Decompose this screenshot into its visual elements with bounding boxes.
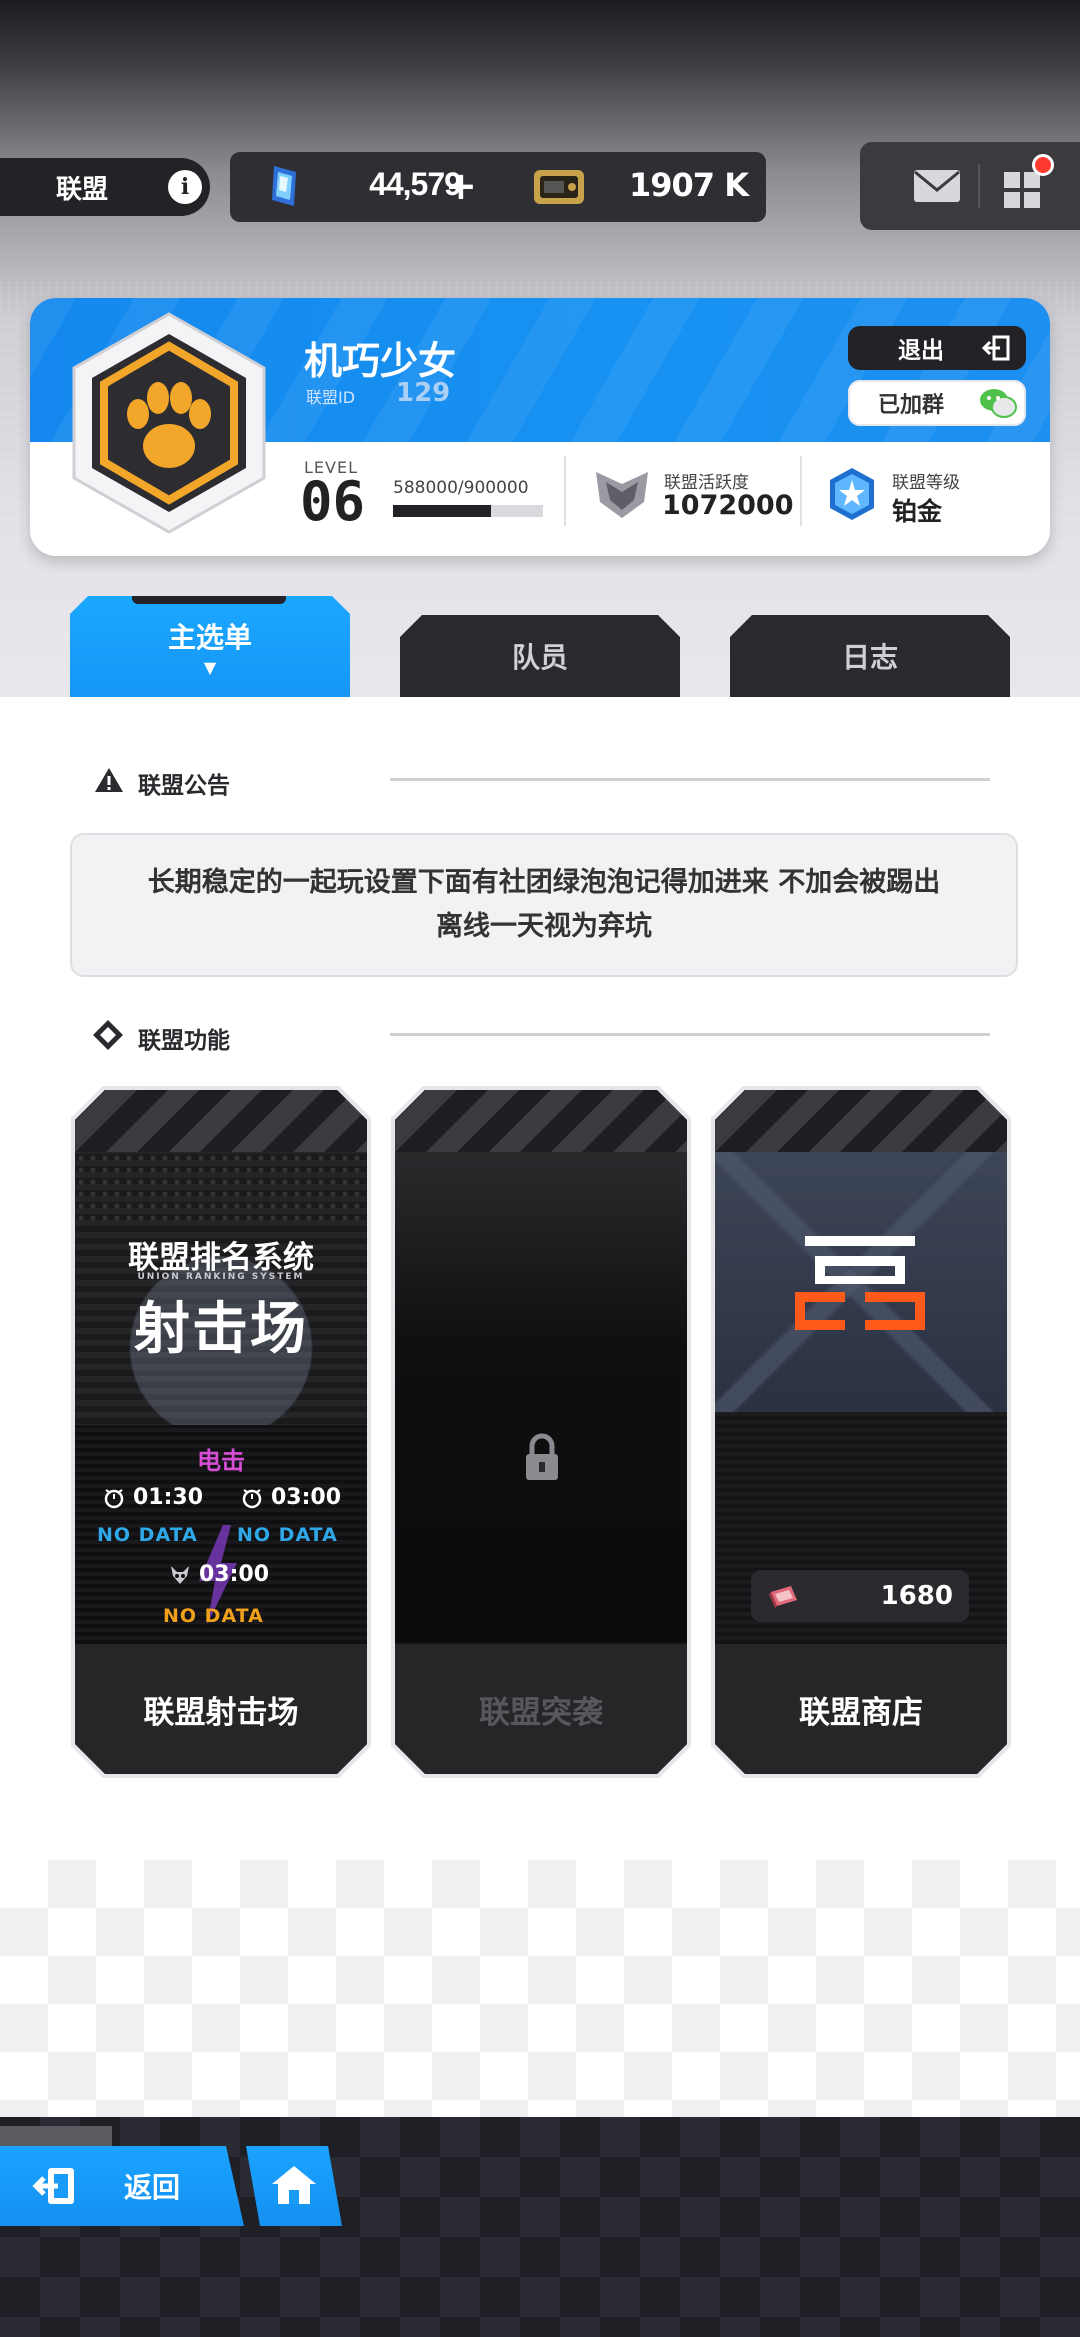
exp-progress-bar: [393, 505, 543, 517]
timer-2: 03:00: [241, 1485, 341, 1510]
joined-group-label: 已加群: [878, 393, 945, 418]
section-divider: [390, 778, 990, 781]
checker-background: [0, 1860, 1080, 2120]
card-stripes: [75, 1090, 367, 1152]
back-door-icon: [32, 2164, 78, 2208]
alarm-clock-icon: [241, 1487, 263, 1509]
shop-price-pill: 1680: [751, 1570, 969, 1622]
activity-value: 1072000: [662, 490, 794, 521]
back-button-label: 返回: [124, 2171, 181, 2204]
card-stripes: [395, 1090, 687, 1152]
home-button[interactable]: [246, 2146, 342, 2226]
shop-logo-icon: [795, 1232, 925, 1332]
shop-art: [715, 1152, 1007, 1412]
art-grille: [75, 1152, 367, 1222]
card-divider: [800, 456, 802, 526]
shooting-info-panel: 电击 01:30 03:00 NO DATA NO DATA 03:00 NO …: [75, 1425, 367, 1644]
section-divider: [390, 1033, 990, 1036]
notification-dot: [1032, 154, 1054, 176]
mail-icon[interactable]: [912, 166, 962, 206]
exit-icon: [982, 335, 1010, 361]
announcement-title: 联盟公告: [138, 773, 230, 799]
tab-members[interactable]: 队员: [400, 615, 680, 697]
shooting-art-title-main: 射击场: [134, 1297, 308, 1362]
announcement-box: 长期稳定的一起玩设置下面有社团绿泡泡记得加进来 不加会被踢出 离线一天视为弃坑: [70, 833, 1018, 977]
crystal-icon: [272, 166, 296, 206]
warning-icon: [95, 768, 123, 792]
timer-3-value: 03:00: [199, 1562, 270, 1587]
ticket-icon: [534, 170, 584, 204]
shooting-range-card[interactable]: 联盟排名系统 UNION RANKING SYSTEM 射击场 电击 01:30…: [75, 1090, 367, 1774]
rank-value: 铂金: [892, 497, 943, 526]
diamond-icon: [93, 1020, 123, 1050]
lock-icon: [522, 1432, 562, 1482]
currency-bar: 44,579 + 1907 K: [230, 152, 766, 222]
exp-progress-fill: [393, 505, 491, 517]
card-divider: [564, 456, 566, 526]
nodata-1: NO DATA: [97, 1524, 198, 1546]
nodata-3: NO DATA: [163, 1605, 264, 1627]
tab-active-arrow-icon: ▼: [203, 658, 217, 677]
back-button[interactable]: 返回: [0, 2146, 244, 2226]
screen-label: 联盟: [56, 174, 109, 205]
raid-card[interactable]: 联盟突袭: [395, 1090, 687, 1774]
exit-button-label: 退出: [898, 338, 944, 364]
announcement-line-1: 长期稳定的一起玩设置下面有社团绿泡泡记得加进来 不加会被踢出: [147, 867, 941, 898]
functions-title: 联盟功能: [138, 1028, 230, 1054]
timer-1-value: 01:30: [133, 1485, 204, 1510]
top-right-panel: [860, 142, 1080, 230]
timer-1: 01:30: [103, 1485, 203, 1510]
level-value: 06: [300, 470, 366, 533]
card-stripes: [715, 1090, 1007, 1152]
activity-shield-icon: [596, 472, 648, 518]
plus-icon[interactable]: +: [445, 166, 477, 206]
home-icon: [270, 2162, 318, 2208]
rank-label: 联盟等级: [892, 473, 960, 493]
tab-members-label: 队员: [511, 641, 568, 674]
tab-log-label: 日志: [841, 641, 898, 674]
announcement-line-2: 离线一天视为弃坑: [436, 911, 652, 942]
boss-skull-icon: [169, 1564, 191, 1586]
shooting-range-label: 联盟射击场: [75, 1644, 367, 1774]
timer-3: 03:00: [169, 1562, 269, 1587]
exp-text: 588000/900000: [393, 478, 529, 498]
shop-card[interactable]: 1680 联盟商店: [715, 1090, 1007, 1774]
wechat-icon: [980, 389, 1017, 418]
tab-main-menu-label: 主选单: [167, 621, 252, 654]
element-type: 电击: [197, 1447, 245, 1475]
alarm-clock-icon: [103, 1487, 125, 1509]
joined-group-button[interactable]: 已加群: [848, 380, 1026, 426]
panel-divider: [978, 164, 980, 208]
shooting-art-subtitle: UNION RANKING SYSTEM: [137, 1272, 305, 1282]
info-icon[interactable]: i: [168, 170, 202, 204]
tab-log[interactable]: 日志: [730, 615, 1010, 697]
guild-badge-icon: [72, 312, 266, 534]
shop-label: 联盟商店: [715, 1644, 1007, 1774]
tab-main-menu[interactable]: 主选单 ▼: [70, 596, 350, 697]
exit-button[interactable]: 退出: [848, 326, 1026, 370]
shooting-art-title-top: 联盟排名系统: [128, 1240, 314, 1276]
ticket-amount: 1907 K: [629, 166, 749, 204]
rank-star-icon: [830, 468, 874, 520]
raid-label: 联盟突袭: [395, 1644, 687, 1774]
raid-art: [395, 1152, 687, 1642]
guild-id-label: 联盟ID: [306, 388, 356, 407]
shop-price-value: 1680: [880, 1581, 953, 1611]
union-coin-icon: [767, 1582, 801, 1610]
timer-2-value: 03:00: [271, 1485, 342, 1510]
guild-id-value: 129: [396, 378, 451, 408]
guild-name: 机巧少女: [304, 339, 457, 383]
nodata-2: NO DATA: [237, 1524, 338, 1546]
